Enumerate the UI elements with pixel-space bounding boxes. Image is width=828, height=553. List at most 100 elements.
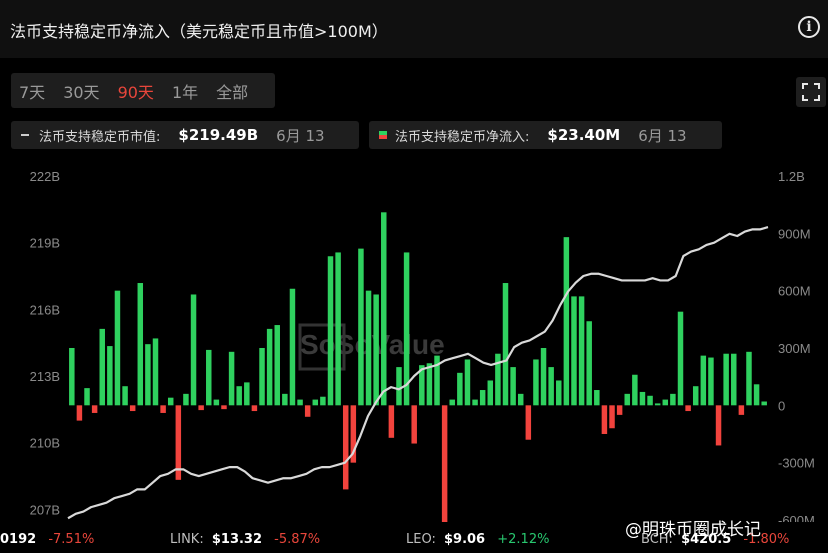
inflow-bar-positive [365, 290, 372, 406]
inflow-bar-positive [320, 396, 326, 406]
inflow-bar-positive [282, 393, 288, 406]
inflow-bar-positive [152, 338, 159, 406]
left-axis-tick-label: 213B [30, 369, 60, 384]
inflow-bar-negative [342, 405, 349, 490]
inflow-bar-positive [654, 403, 661, 406]
inflow-chart: SoSoValue 222B 219B 216B 213B 210B 207B 1.2B 900… [30, 169, 815, 522]
tab-all[interactable]: 全部 [216, 79, 248, 103]
inflow-bar-positive [373, 294, 379, 406]
inflow-bar-positive [464, 359, 471, 406]
inflow-bar-positive [114, 290, 121, 406]
inflow-bar-positive [487, 380, 494, 406]
inflow-bar-positive [510, 367, 516, 406]
inflow-bar-positive [137, 283, 144, 406]
inflow-bar-positive [183, 393, 189, 406]
ticker-item[interactable]: LEO: $9.06 +2.12% [406, 532, 549, 547]
inflow-bar-negative [91, 405, 98, 413]
inflow-bar-positive [122, 386, 128, 406]
inflow-bar-positive [533, 359, 539, 406]
left-axis-tick-label: 216B [30, 302, 60, 317]
legend-market-cap-value: $219.49B [178, 126, 259, 144]
tab-7d[interactable]: 7天 [19, 79, 45, 103]
inflow-bar-positive [578, 296, 585, 406]
inflow-bar-positive [190, 294, 197, 406]
inflow-bar-positive [396, 367, 402, 406]
right-axis-tick-label: 900M [778, 226, 811, 241]
legend-net-inflow-value: $23.40M [547, 126, 621, 144]
inflow-bar-positive [266, 328, 273, 406]
inflow-bar-positive [594, 390, 600, 406]
right-axis-tick-label: 0 [778, 398, 785, 413]
inflow-bar-positive [167, 397, 174, 406]
line-legend-marker [21, 134, 29, 136]
inflow-bar-positive [502, 283, 509, 406]
attribution-text: @明珠币圈成长记 [625, 520, 761, 540]
tab-1y[interactable]: 1年 [172, 79, 198, 103]
inflow-bar-positive [731, 353, 737, 406]
inflow-bar-positive [381, 212, 387, 406]
ticker-item[interactable]: LINK: $13.32 -5.87% [170, 532, 320, 547]
bar-legend-marker [379, 131, 387, 139]
inflow-bar-positive [426, 363, 433, 406]
inflow-bar-positive [472, 399, 478, 406]
header-bar: 法币支持稳定币净流入（美元稳定币且市值>100M） i [0, 0, 828, 58]
inflow-bar-positive [479, 390, 486, 406]
legend-market-cap-label: 法币支持稳定币市值: [39, 129, 161, 145]
inflow-bar-positive [213, 399, 220, 406]
inflow-bar-positive [746, 351, 752, 406]
inflow-bar-positive [548, 367, 554, 406]
inflow-bar-positive [236, 386, 242, 406]
inflow-bar-negative [221, 405, 227, 410]
right-axis-tick-label: -300M [778, 456, 815, 471]
right-axis-tick-label: 1.2B [778, 169, 805, 184]
tab-30d[interactable]: 30天 [63, 79, 99, 103]
inflow-bar-negative [609, 405, 615, 429]
ticker-item[interactable]: 0192 -7.51% [0, 532, 94, 547]
inflow-bar-positive [624, 393, 630, 406]
inflow-bar-positive [289, 288, 296, 406]
inflow-bar-positive [708, 357, 714, 406]
period-tabs: 7天 30天 90天 1年 全部 [11, 73, 275, 108]
left-axis-tick-label: 207B [30, 502, 60, 517]
legend-market-cap: 法币支持稳定币市值: $219.49B 6月 13 [11, 121, 359, 149]
legend-market-cap-date: 6月 13 [276, 126, 325, 145]
inflow-bar-negative [685, 405, 691, 412]
inflow-bar-positive [563, 237, 570, 406]
inflow-bar-positive [662, 399, 669, 406]
inflow-bar-negative [198, 405, 204, 411]
inflow-bar-positive [457, 372, 463, 406]
legend-net-inflow: 法币支持稳定币净流入: $23.40M 6月 13 [369, 121, 722, 149]
inflow-bar-negative [411, 405, 417, 444]
inflow-bar-positive [107, 346, 113, 406]
inflow-bar-positive [571, 296, 577, 406]
inflow-bar-positive [244, 382, 250, 406]
right-axis-tick-label: 300M [778, 341, 811, 356]
inflow-bar-positive [540, 347, 547, 406]
inflow-bar-negative [441, 405, 448, 522]
inflow-bar-negative [601, 405, 608, 434]
inflow-bar-negative [525, 405, 532, 440]
left-axis-tick-label: 219B [30, 236, 60, 251]
inflow-bar-negative [616, 405, 623, 415]
right-axis-tick-label: 600M [778, 284, 811, 299]
inflow-bar-positive [753, 384, 760, 406]
inflow-bar-negative [738, 405, 745, 415]
expand-icon [802, 83, 820, 101]
watermark-text: SoSoValue [300, 329, 445, 360]
right-axis-tick-label: -600M [778, 513, 815, 522]
inflow-bar-positive [206, 349, 212, 406]
tab-90d[interactable]: 90天 [118, 79, 154, 103]
inflow-bar-positive [228, 351, 235, 406]
fullscreen-button[interactable] [796, 77, 826, 107]
info-circle-icon[interactable]: i [798, 16, 820, 38]
left-axis-tick-label: 222B [30, 169, 60, 184]
inflow-bar-positive [517, 393, 524, 406]
inflow-bar-positive [723, 353, 729, 406]
inflow-bar-positive [761, 401, 767, 406]
inflow-bar-negative [304, 405, 311, 417]
inflow-bar-positive [670, 393, 676, 406]
inflow-bar-positive [145, 344, 151, 406]
inflow-bar-negative [76, 405, 83, 421]
legend-net-inflow-label: 法币支持稳定币净流入: [395, 129, 530, 145]
inflow-bar-negative [160, 405, 166, 413]
